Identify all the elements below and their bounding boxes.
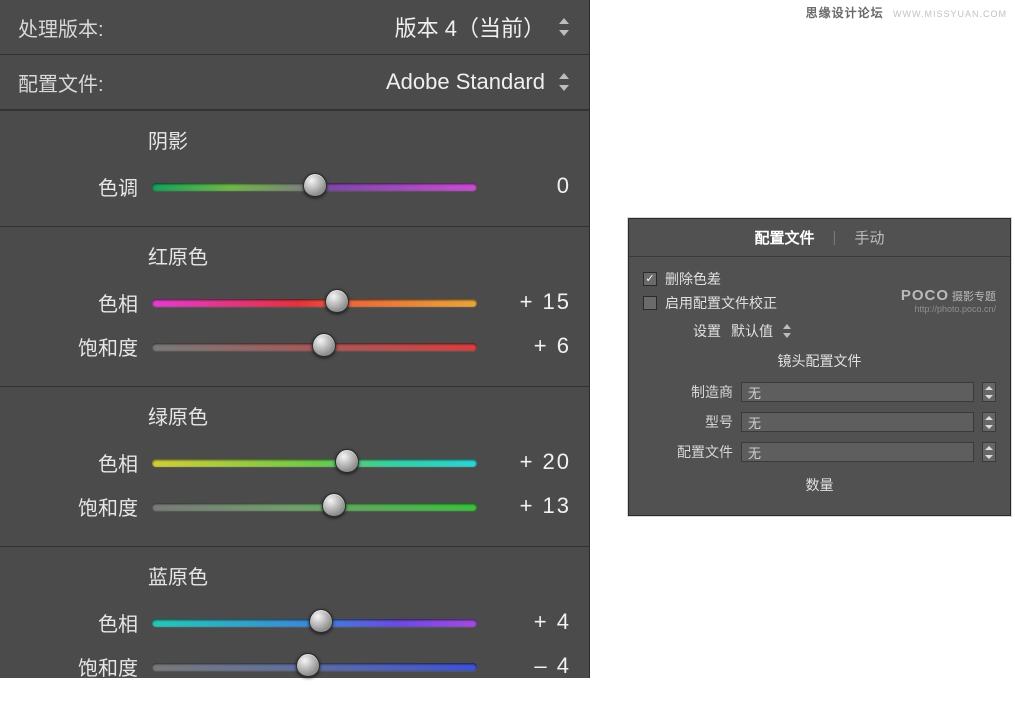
slider-thumb[interactable] [322,493,346,517]
slider-thumb[interactable] [303,173,327,197]
slider-value: – 4 [491,653,571,679]
slider-label: 色相 [18,448,138,477]
maker-label: 制造商 [643,382,733,402]
slider-track[interactable] [152,289,477,315]
updown-icon[interactable] [557,18,571,36]
settings-label: 设置 [693,321,721,341]
watermark-poco: POCO摄影专题 http://photo.poco.cn/ [901,287,996,314]
slider-thumb[interactable] [335,449,359,473]
group-title: 绿原色 [148,401,571,430]
tab-profile[interactable]: 配置文件 [755,227,815,248]
model-select[interactable]: 无 [741,412,974,432]
slider-value: + 6 [491,333,571,359]
tab-separator: | [833,229,837,246]
maker-row: 制造商 无 [643,379,996,405]
remove-ca-label: 删除色差 [665,269,721,289]
maker-select[interactable]: 无 [741,382,974,402]
slider-label: 饱和度 [18,652,138,681]
slider-row: 色相 + 15 [18,280,571,324]
slider-label: 色相 [18,608,138,637]
tabs: 配置文件 | 手动 [629,219,1010,257]
profile-row: 配置文件 无 [643,439,996,465]
group-title: 蓝原色 [148,561,571,590]
slider-label: 色调 [18,172,138,201]
profile-label: 配置文件: [18,68,104,97]
checkbox-icon[interactable] [643,296,657,310]
watermark-top: 思缘设计论坛 WWW.MISSYUAN.COM [806,4,1007,21]
updown-icon[interactable] [783,324,793,338]
model-label: 型号 [643,412,733,432]
spinner-icon[interactable] [982,442,996,462]
poco-logo: POCO [901,287,949,304]
slider-label: 饱和度 [18,492,138,521]
slider-label: 饱和度 [18,332,138,361]
calibration-group: 蓝原色色相 + 4 饱和度 – 4 [0,546,589,706]
slider-thumb[interactable] [325,289,349,313]
group-title: 红原色 [148,241,571,270]
watermark-url: WWW.MISSYUAN.COM [893,9,1007,19]
profile-field-label: 配置文件 [643,442,733,462]
slider-value: + 13 [491,493,571,519]
calibration-group: 红原色色相 + 15 饱和度 + 6 [0,226,589,386]
slider-value: 0 [491,173,571,199]
slider-row: 饱和度 + 13 [18,484,571,528]
slider-value: + 4 [491,609,571,635]
camera-calibration-panel: 处理版本: 版本 4（当前） 配置文件: Adobe Standard 阴影色调… [0,0,590,678]
profile-select[interactable]: 无 [741,442,974,462]
slider-value: + 15 [491,289,571,315]
spinner-icon[interactable] [982,382,996,402]
slider-track[interactable] [152,493,477,519]
slider-row: 色相 + 4 [18,600,571,644]
settings-row[interactable]: 设置 默认值 [693,321,996,341]
process-version-label: 处理版本: [18,13,104,42]
slider-row: 色调 0 [18,164,571,208]
calibration-group: 阴影色调 0 [0,110,589,226]
enable-lens-profile-label: 启用配置文件校正 [665,293,777,313]
profile-value: Adobe Standard [386,69,545,95]
slider-row: 色相 + 20 [18,440,571,484]
slider-track[interactable] [152,609,477,635]
process-version-value: 版本 4（当前） [395,11,545,43]
checkbox-checked-icon[interactable] [643,272,657,286]
amount-title: 数量 [643,475,996,495]
spinner-icon[interactable] [982,412,996,432]
model-row: 型号 无 [643,409,996,435]
group-title: 阴影 [148,125,571,154]
slider-thumb[interactable] [312,333,336,357]
slider-thumb[interactable] [309,609,333,633]
tab-manual[interactable]: 手动 [854,227,884,248]
watermark-brand: 思缘设计论坛 [806,6,884,20]
slider-track[interactable] [152,173,477,199]
slider-value: + 20 [491,449,571,475]
updown-icon[interactable] [557,73,571,91]
slider-track[interactable] [152,653,477,679]
process-version-row[interactable]: 处理版本: 版本 4（当前） [0,0,589,55]
lens-profile-title: 镜头配置文件 [643,351,996,371]
slider-row: 饱和度 + 6 [18,324,571,368]
poco-url: http://photo.poco.cn/ [901,304,996,314]
lens-corrections-panel: 配置文件 | 手动 删除色差 启用配置文件校正 设置 默认值 镜头配置文件 制造… [628,218,1011,516]
settings-value: 默认值 [731,321,773,341]
slider-thumb[interactable] [296,653,320,677]
calibration-group: 绿原色色相 + 20 饱和度 + 13 [0,386,589,546]
poco-tag: 摄影专题 [952,291,996,303]
slider-track[interactable] [152,333,477,359]
profile-row[interactable]: 配置文件: Adobe Standard [0,55,589,110]
slider-track[interactable] [152,449,477,475]
slider-label: 色相 [18,288,138,317]
slider-row: 饱和度 – 4 [18,644,571,688]
